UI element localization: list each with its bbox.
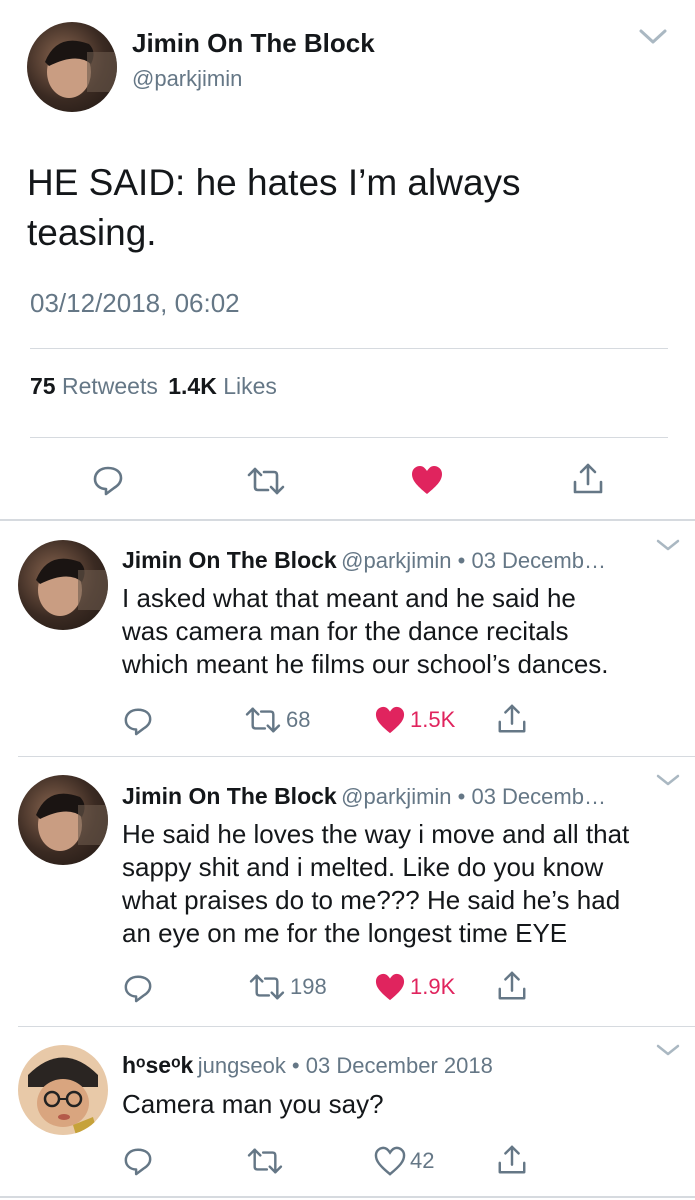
heart-icon: [375, 973, 405, 1001]
stats-row: 75 Retweets 1.4K Likes: [30, 373, 277, 400]
retweet-icon: [249, 974, 285, 1000]
reply-icon[interactable]: [92, 464, 124, 496]
reply2-like-count: 1.9K: [410, 974, 456, 999]
reply1-header: Jimin On The Block @parkjimin • 03 Decem…: [122, 547, 606, 574]
share-icon[interactable]: [496, 970, 528, 1002]
reply2-avatar[interactable]: [18, 775, 108, 865]
section-divider: [0, 519, 695, 521]
reply2-meta[interactable]: @parkjimin • 03 Decemb…: [341, 784, 606, 809]
chevron-down-icon[interactable]: [655, 538, 681, 552]
reply1-divider: [18, 756, 695, 757]
reply3-header: hᵒseᵒk jungseok • 03 December 2018: [122, 1052, 493, 1079]
heart-icon: [374, 1146, 406, 1176]
main-tweet-text-line1: HE SAID: he hates I’m always: [27, 162, 521, 203]
reply1-text-line2: was camera man for the dance recitals: [122, 616, 569, 646]
reply2-divider: [18, 1026, 695, 1027]
main-tweet-text-line2: teasing.: [27, 212, 157, 253]
main-timestamp[interactable]: 03/12/2018, 06:02: [30, 288, 240, 319]
reply-icon[interactable]: [123, 973, 153, 1003]
retweet-icon[interactable]: [246, 1146, 284, 1176]
reply2-like-action[interactable]: 1.9K: [374, 972, 455, 1002]
reply1-avatar[interactable]: [18, 540, 108, 630]
share-icon[interactable]: [496, 703, 528, 735]
reply2-text-line4: an eye on me for the longest time EYE: [122, 918, 568, 948]
reply2-retweet-action[interactable]: 198: [248, 972, 327, 1002]
likes-label[interactable]: Likes: [223, 373, 277, 399]
reply3-author-name[interactable]: hᵒseᵒk: [122, 1052, 193, 1078]
reply1-text-line1: I asked what that meant and he said he: [122, 583, 576, 613]
reply-icon[interactable]: [123, 706, 153, 736]
bottom-divider: [0, 1196, 695, 1198]
reply3-like-action[interactable]: 42: [374, 1146, 434, 1176]
heart-icon: [375, 706, 405, 734]
heart-icon[interactable]: [410, 464, 444, 496]
share-icon[interactable]: [571, 462, 605, 496]
chevron-down-icon[interactable]: [655, 1043, 681, 1057]
reply1-retweet-count: 68: [286, 707, 311, 732]
chevron-down-icon[interactable]: [655, 773, 681, 787]
main-avatar[interactable]: [27, 22, 117, 112]
retweets-label[interactable]: Retweets: [62, 373, 158, 399]
reply3-meta[interactable]: jungseok • 03 December 2018: [198, 1053, 493, 1078]
main-author-name[interactable]: Jimin On The Block: [132, 28, 375, 59]
stats-divider-top: [30, 348, 668, 349]
reply2-author-name[interactable]: Jimin On The Block: [122, 783, 337, 809]
reply1-retweet-action[interactable]: 68: [244, 705, 310, 735]
reply3-avatar[interactable]: [18, 1045, 108, 1135]
reply2-header: Jimin On The Block @parkjimin • 03 Decem…: [122, 783, 606, 810]
main-author-handle[interactable]: @parkjimin: [132, 66, 242, 92]
reply1-like-count: 1.5K: [410, 707, 456, 732]
retweet-icon: [245, 707, 281, 733]
reply2-text-line1: He said he loves the way i move and all …: [122, 819, 630, 849]
reply1-meta[interactable]: @parkjimin • 03 Decemb…: [341, 548, 606, 573]
reply-icon[interactable]: [123, 1146, 153, 1176]
reply2-retweet-count: 198: [290, 974, 327, 999]
share-icon[interactable]: [496, 1144, 528, 1176]
reply1-text-line3: which meant he films our school’s dances…: [122, 649, 609, 679]
retweet-icon[interactable]: [246, 465, 286, 497]
reply1-author-name[interactable]: Jimin On The Block: [122, 547, 337, 573]
reply1-like-action[interactable]: 1.5K: [374, 705, 455, 735]
retweets-count[interactable]: 75: [30, 373, 56, 399]
reply3-text-line1: Camera man you say?: [122, 1089, 384, 1119]
reply2-text-line3: what praises do to me??? He said he’s ha…: [122, 885, 621, 915]
likes-count[interactable]: 1.4K: [168, 373, 217, 399]
reply3-like-count: 42: [410, 1148, 435, 1173]
stats-divider-bottom: [30, 437, 668, 438]
chevron-down-icon[interactable]: [638, 28, 668, 46]
reply2-text-line2: sappy shit and i melted. Like do you kno…: [122, 852, 604, 882]
